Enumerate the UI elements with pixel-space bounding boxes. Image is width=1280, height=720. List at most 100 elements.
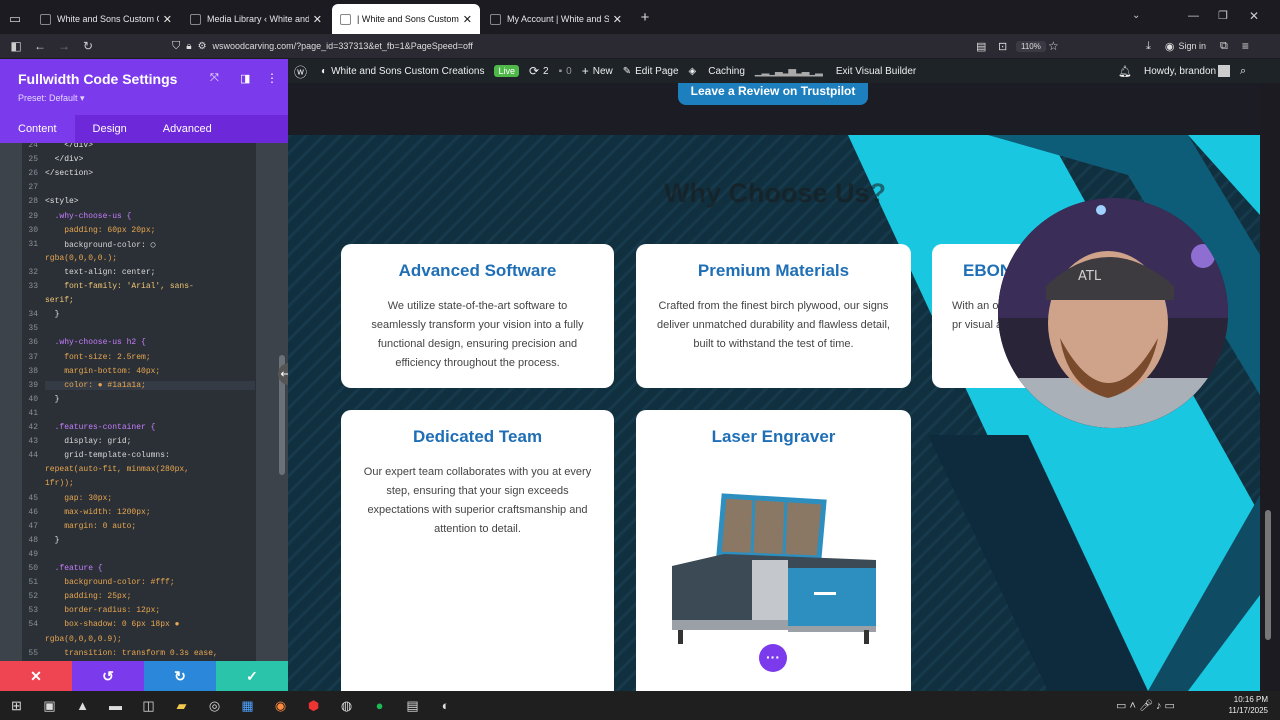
start-icon[interactable]: ⊞ [0, 698, 33, 714]
undo-button[interactable]: ↺ [72, 661, 144, 691]
code-line[interactable]: } [45, 310, 60, 319]
tab-advanced[interactable]: Advanced [145, 115, 230, 143]
back-icon[interactable]: ← [28, 39, 52, 53]
code-line[interactable]: margin: 0 auto; [45, 522, 136, 531]
edit-page-link[interactable]: Edit Page [635, 66, 678, 77]
app-icon-3[interactable]: ◫ [132, 698, 165, 714]
code-line[interactable]: </section> [45, 169, 93, 178]
code-line[interactable]: .feature { [45, 564, 103, 573]
close-tab-icon[interactable]: ✕ [313, 13, 322, 26]
browser-tab-3[interactable]: | White and Sons Custom Creat ✕ [332, 4, 480, 34]
calculator-icon[interactable]: ▤ [396, 698, 429, 714]
code-line[interactable]: color: ● #1a1a1a; [45, 380, 255, 390]
code-line[interactable]: font-size: 2.5rem; [45, 353, 150, 362]
site-name-link[interactable]: White and Sons Custom Creations [331, 66, 484, 77]
download-icon[interactable]: ⤓ [1146, 40, 1151, 53]
code-line[interactable]: .features-container { [45, 423, 156, 432]
forward-icon[interactable]: → [52, 39, 76, 53]
taskview-icon[interactable]: ▣ [33, 698, 66, 714]
menu-icon[interactable]: ≡ [1242, 39, 1249, 53]
code-editor[interactable]: 24 </div> 25 </div> 26 </section> 27 28 <style… [22, 143, 256, 661]
preset-dropdown[interactable]: Preset: Default ▾ [18, 93, 270, 104]
code-line[interactable]: rgba(0,0,0,0.); [45, 254, 117, 263]
browser-tab-2[interactable]: Media Library ‹ White and Sons ✕ [182, 4, 330, 34]
close-tab-icon[interactable]: ✕ [163, 13, 172, 26]
code-line[interactable]: .why-choose-us h2 { [45, 338, 146, 347]
more-button[interactable]: ··· [759, 644, 787, 672]
code-line[interactable]: background-color: #fff; [45, 578, 174, 587]
sidebar-icon[interactable]: ◧ [4, 39, 28, 53]
trustpilot-button[interactable]: Leave a Review on Trustpilot [678, 83, 868, 105]
code-line[interactable]: } [45, 536, 60, 545]
code-line[interactable]: } [45, 395, 60, 404]
reload-icon[interactable]: ↻ [76, 39, 100, 53]
code-line[interactable]: background-color: ◯ [45, 240, 155, 250]
expand-icon[interactable]: ⤧ [210, 72, 219, 85]
code-line[interactable]: font-family: 'Arial', sans- [45, 282, 194, 291]
code-line[interactable]: max-width: 1200px; [45, 508, 150, 517]
chrome-icon[interactable]: ◍ [330, 698, 363, 714]
steam-icon[interactable]: ◎ [198, 698, 231, 714]
reader-icon[interactable]: ▤ [976, 40, 986, 53]
code-line[interactable]: repeat(auto-fit, minmax(280px, [45, 465, 189, 474]
firefox-icon[interactable]: ◉ [264, 698, 297, 714]
sidebar-toggle-icon[interactable]: ◨ [240, 72, 250, 85]
search-icon[interactable]: ⌕ [1240, 65, 1246, 78]
tab-content[interactable]: Content [0, 115, 75, 143]
updates-count[interactable]: 2 [543, 66, 549, 77]
code-line[interactable]: box-shadow: 0 6px 18px ● [45, 620, 179, 629]
minimize-icon[interactable]: — [1188, 10, 1199, 22]
new-link[interactable]: New [593, 66, 613, 77]
close-tab-icon[interactable]: ✕ [463, 13, 472, 26]
browser-tab-1[interactable]: White and Sons Custom Creatio ✕ [32, 4, 180, 34]
avatar[interactable] [1218, 65, 1230, 77]
bell-icon[interactable]: 🔔︎ [1118, 65, 1132, 78]
file-explorer-icon[interactable]: ▰ [165, 698, 198, 714]
code-line[interactable]: padding: 25px; [45, 592, 131, 601]
code-line[interactable]: margin-bottom: 40px; [45, 367, 160, 376]
code-line[interactable]: padding: 60px 20px; [45, 226, 155, 235]
code-line[interactable]: transition: transform 0.3s ease, [45, 649, 218, 658]
list-tabs-icon[interactable]: ⌄ [1132, 10, 1140, 21]
browser-tab-4[interactable]: My Account | White and Sons C ✕ [482, 4, 630, 34]
code-line[interactable]: serif; [45, 296, 74, 305]
howdy-link[interactable]: Howdy, brandon [1144, 66, 1216, 77]
save-button[interactable]: ✓ [216, 661, 288, 691]
close-window-icon[interactable]: ✕ [1249, 9, 1259, 23]
more-options-icon[interactable]: ⋮ [266, 71, 278, 85]
wordpress-icon[interactable]: ⓦ [294, 62, 307, 81]
maximize-icon[interactable]: ❐ [1218, 9, 1228, 22]
system-clock[interactable]: 10:16 PM 11/17/2025 [1229, 691, 1268, 720]
code-line[interactable]: </div> [45, 143, 93, 150]
sign-in-button[interactable]: Sign in [1178, 41, 1206, 51]
code-line[interactable]: 1fr)); [45, 479, 74, 488]
app-icon-2[interactable]: ▬ [99, 698, 132, 713]
new-tab-button[interactable]: + [630, 4, 660, 34]
app-icon-4[interactable]: ▦ [231, 698, 264, 714]
bookmark-star-icon[interactable]: ☆ [1048, 39, 1059, 53]
discard-button[interactable]: ✕ [0, 661, 72, 691]
page-scroll-thumb[interactable] [1265, 510, 1271, 640]
code-line[interactable]: text-align: center; [45, 268, 155, 277]
code-line[interactable]: display: grid; [45, 437, 131, 446]
app-icon-1[interactable]: ▲ [66, 698, 99, 713]
code-line[interactable]: border-radius: 12px; [45, 606, 160, 615]
close-tab-icon[interactable]: ✕ [613, 13, 622, 26]
code-line[interactable]: rgba(0,0,0,0.9); [45, 635, 122, 644]
redo-button[interactable]: ↻ [144, 661, 216, 691]
code-line[interactable]: grid-template-columns: [45, 451, 170, 460]
firefox-view-icon[interactable]: ▭ [0, 4, 30, 34]
updates-icon[interactable]: ⟳ [529, 64, 539, 78]
spotify-icon[interactable]: ● [363, 698, 396, 713]
tray-icons[interactable]: ▭ ˄ 🎤︎ ♪ ▭ [1116, 699, 1175, 712]
code-line[interactable]: .why-choose-us { [45, 212, 132, 221]
zoom-level[interactable]: 110% [1016, 40, 1046, 52]
extensions-icon[interactable]: ⧉ [1220, 40, 1228, 53]
exit-builder-link[interactable]: Exit Visual Builder [836, 66, 916, 77]
screenshot-icon[interactable]: ⊡ [998, 40, 1007, 53]
comments-icon[interactable]: ▪ [559, 66, 563, 77]
maps-icon[interactable]: ⬢ [297, 698, 330, 714]
code-line[interactable]: gap: 30px; [45, 494, 112, 503]
comments-count[interactable]: 0 [566, 66, 572, 77]
url-bar[interactable]: ⛉ 🔒︎ ⚙ wswoodcarving.com/?page_id=337313… [172, 37, 1070, 55]
